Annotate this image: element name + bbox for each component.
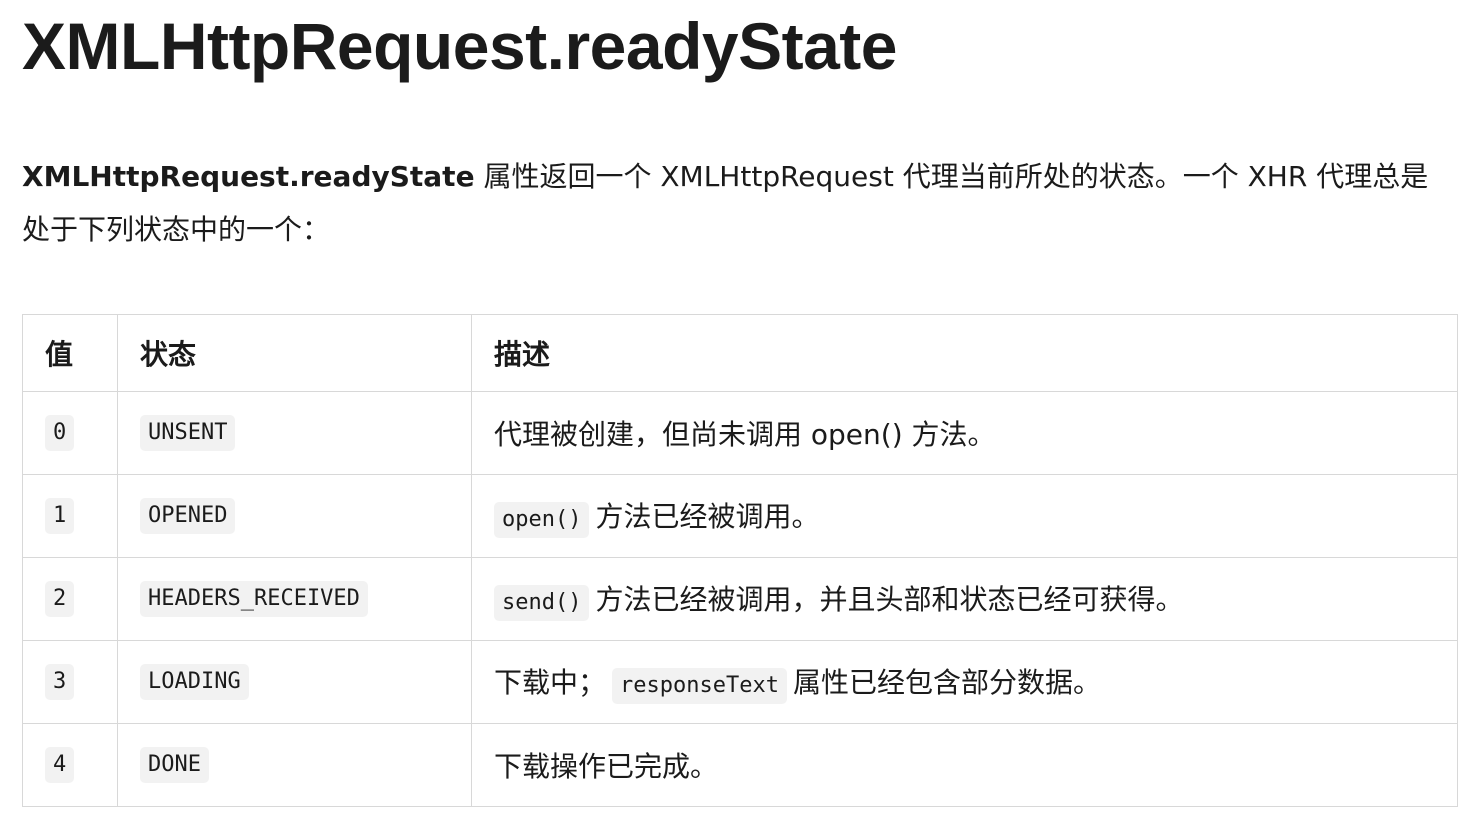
description-text: 方法已经被调用，并且头部和状态已经可获得。 [595, 582, 1184, 616]
description-code: send() [494, 584, 590, 621]
description-text: 下载操作已完成。 [494, 750, 719, 783]
state-cell: HEADERS_RECEIVED [117, 557, 472, 641]
value-code: 1 [45, 498, 75, 534]
state-code: DONE [140, 747, 209, 783]
description-code: open() [494, 501, 590, 538]
value-code: 2 [45, 581, 75, 617]
state-cell: LOADING [117, 640, 472, 724]
intro-paragraph: XMLHttpRequest.readyState 属性返回一个 XMLHttp… [22, 150, 1442, 256]
table-row: 1 OPENED open() 方法已经被调用。 [22, 474, 1458, 558]
intro-term: XMLHttpRequest.readyState [22, 160, 475, 193]
value-cell: 4 [22, 723, 118, 807]
value-code: 4 [45, 747, 75, 783]
state-code: HEADERS_RECEIVED [140, 581, 368, 617]
state-cell: OPENED [117, 474, 472, 558]
header-state: 状态 [117, 314, 472, 392]
description-text: 属性已经包含部分数据。 [792, 665, 1101, 699]
value-cell: 3 [22, 640, 118, 724]
state-cell: UNSENT [117, 391, 472, 475]
table-row: 2 HEADERS_RECEIVED send() 方法已经被调用，并且头部和状态… [22, 557, 1458, 641]
value-cell: 1 [22, 474, 118, 558]
description-text: 方法已经被调用。 [595, 499, 820, 533]
page-title: XMLHttpRequest.readyState [22, 9, 898, 83]
state-code: UNSENT [140, 415, 236, 451]
value-code: 3 [45, 664, 75, 700]
table-header-row: 值 状态 描述 [22, 314, 1458, 392]
value-cell: 2 [22, 557, 118, 641]
ready-state-table: 值 状态 描述 0 UNSENT 代理被创建，但尚未调用 open() 方法。 … [22, 314, 1458, 807]
header-value: 值 [22, 314, 118, 392]
value-code: 0 [45, 415, 75, 451]
description-text: 代理被创建，但尚未调用 open() 方法。 [494, 418, 996, 451]
table-row: 3 LOADING 下载中； responseText 属性已经包含部分数据。 [22, 640, 1458, 724]
value-cell: 0 [22, 391, 118, 475]
description-cell: 下载中； responseText 属性已经包含部分数据。 [471, 640, 1458, 724]
header-description: 描述 [471, 314, 1458, 392]
description-code: responseText [612, 667, 787, 704]
table-row: 4 DONE 下载操作已完成。 [22, 723, 1458, 807]
description-cell: send() 方法已经被调用，并且头部和状态已经可获得。 [471, 557, 1458, 641]
state-code: OPENED [140, 498, 236, 534]
state-cell: DONE [117, 723, 472, 807]
description-text-prefix: 下载中； [494, 665, 607, 699]
state-code: LOADING [140, 664, 249, 700]
description-cell: 下载操作已完成。 [471, 723, 1458, 807]
description-cell: 代理被创建，但尚未调用 open() 方法。 [471, 391, 1458, 475]
table-row: 0 UNSENT 代理被创建，但尚未调用 open() 方法。 [22, 391, 1458, 475]
description-cell: open() 方法已经被调用。 [471, 474, 1458, 558]
